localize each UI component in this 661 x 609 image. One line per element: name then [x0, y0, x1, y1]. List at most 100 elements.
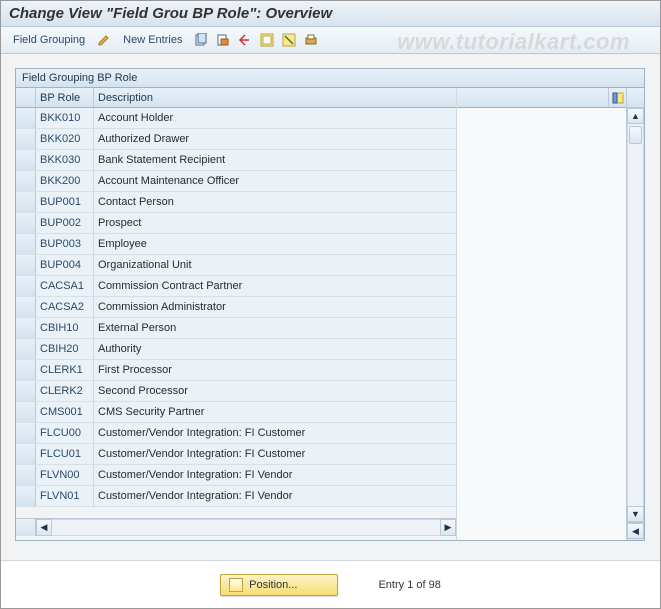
table-row: CBIH10External Person [16, 318, 456, 339]
vscroll-thumb[interactable] [629, 126, 642, 144]
row-selector[interactable] [16, 213, 36, 233]
cell-description[interactable]: Prospect [94, 213, 456, 233]
row-selector[interactable] [16, 129, 36, 149]
table-row: BKK010Account Holder [16, 108, 456, 129]
cell-description[interactable]: Bank Statement Recipient [94, 150, 456, 170]
cell-bp-role[interactable]: BUP001 [36, 192, 94, 212]
cell-description[interactable]: Second Processor [94, 381, 456, 401]
deselect-all-icon[interactable] [280, 31, 298, 49]
cell-bp-role[interactable]: FLVN00 [36, 465, 94, 485]
table-row: BKK030Bank Statement Recipient [16, 150, 456, 171]
undo-icon[interactable] [236, 31, 254, 49]
cell-bp-role[interactable]: CLERK1 [36, 360, 94, 380]
row-selector[interactable] [16, 423, 36, 443]
position-label: Position... [249, 579, 297, 591]
table-row: CMS001CMS Security Partner [16, 402, 456, 423]
cell-bp-role[interactable]: BKK020 [36, 129, 94, 149]
field-grouping-button[interactable]: Field Grouping [7, 32, 91, 48]
row-selector[interactable] [16, 192, 36, 212]
toolbar: Field Grouping New Entries [1, 27, 660, 54]
cell-description[interactable]: First Processor [94, 360, 456, 380]
cell-bp-role[interactable]: CACSA1 [36, 276, 94, 296]
cell-description[interactable]: Customer/Vendor Integration: FI Vendor [94, 486, 456, 506]
cell-bp-role[interactable]: BKK030 [36, 150, 94, 170]
position-icon [229, 578, 243, 592]
scroll-left-icon[interactable]: ◀ [36, 519, 52, 536]
table-settings-icon[interactable] [608, 88, 626, 107]
horizontal-scrollbar: ◀ ▶ [16, 518, 456, 536]
cell-description[interactable]: Customer/Vendor Integration: FI Customer [94, 444, 456, 464]
row-selector[interactable] [16, 108, 36, 128]
cell-description[interactable]: Commission Contract Partner [94, 276, 456, 296]
content-area: Field Grouping BP Role BP Role Descripti… [1, 54, 660, 561]
cell-bp-role[interactable]: BKK200 [36, 171, 94, 191]
cell-bp-role[interactable]: FLCU00 [36, 423, 94, 443]
cell-description[interactable]: CMS Security Partner [94, 402, 456, 422]
cell-description[interactable]: Contact Person [94, 192, 456, 212]
row-selector[interactable] [16, 297, 36, 317]
vscroll-track[interactable] [627, 124, 644, 506]
cell-description[interactable]: Authority [94, 339, 456, 359]
header-bp-role[interactable]: BP Role [36, 88, 94, 107]
select-all-icon[interactable] [258, 31, 276, 49]
page-title: Change View "Field Grou BP Role": Overvi… [1, 1, 660, 27]
cell-bp-role[interactable]: CBIH10 [36, 318, 94, 338]
new-entries-button[interactable]: New Entries [117, 32, 188, 48]
cell-bp-role[interactable]: BKK010 [36, 108, 94, 128]
table-row: CLERK2Second Processor [16, 381, 456, 402]
edit-icon[interactable] [95, 31, 113, 49]
cell-description[interactable]: Account Holder [94, 108, 456, 128]
cell-bp-role[interactable]: BUP002 [36, 213, 94, 233]
print-icon[interactable] [302, 31, 320, 49]
row-selector[interactable] [16, 465, 36, 485]
cell-bp-role[interactable]: BUP004 [36, 255, 94, 275]
scroll-corner [16, 519, 36, 536]
scroll-right-icon[interactable]: ▶ [440, 519, 456, 536]
table-row: BKK020Authorized Drawer [16, 129, 456, 150]
table-row: FLVN01Customer/Vendor Integration: FI Ve… [16, 486, 456, 507]
cell-bp-role[interactable]: CBIH20 [36, 339, 94, 359]
delete-icon[interactable] [214, 31, 232, 49]
cell-description[interactable]: Organizational Unit [94, 255, 456, 275]
row-selector[interactable] [16, 234, 36, 254]
table-row: CLERK1First Processor [16, 360, 456, 381]
scroll-left2-icon[interactable]: ◀ [627, 523, 644, 539]
cell-description[interactable]: Authorized Drawer [94, 129, 456, 149]
cell-bp-role[interactable]: BUP003 [36, 234, 94, 254]
row-selector[interactable] [16, 318, 36, 338]
row-selector[interactable] [16, 276, 36, 296]
cell-description[interactable]: Customer/Vendor Integration: FI Vendor [94, 465, 456, 485]
cell-description[interactable]: Employee [94, 234, 456, 254]
cell-description[interactable]: Customer/Vendor Integration: FI Customer [94, 423, 456, 443]
cell-description[interactable]: Account Maintenance Officer [94, 171, 456, 191]
table-row: CBIH20Authority [16, 339, 456, 360]
row-selector[interactable] [16, 150, 36, 170]
row-selector[interactable] [16, 339, 36, 359]
scroll-up-icon[interactable]: ▲ [627, 108, 644, 124]
panel-title: Field Grouping BP Role [16, 69, 644, 88]
cell-bp-role[interactable]: CACSA2 [36, 297, 94, 317]
header-description[interactable]: Description [94, 88, 456, 107]
position-button[interactable]: Position... [220, 574, 338, 596]
row-selector[interactable] [16, 402, 36, 422]
row-selector[interactable] [16, 255, 36, 275]
cell-description[interactable]: External Person [94, 318, 456, 338]
row-selector[interactable] [16, 171, 36, 191]
cell-bp-role[interactable]: CLERK2 [36, 381, 94, 401]
table-row: BUP002Prospect [16, 213, 456, 234]
table-row: BKK200Account Maintenance Officer [16, 171, 456, 192]
cell-bp-role[interactable]: CMS001 [36, 402, 94, 422]
hscroll-track[interactable] [52, 519, 440, 536]
cell-bp-role[interactable]: FLVN01 [36, 486, 94, 506]
scroll-down-icon[interactable]: ▼ [627, 506, 644, 522]
table-row: CACSA2Commission Administrator [16, 297, 456, 318]
row-selector[interactable] [16, 486, 36, 506]
copy-icon[interactable] [192, 31, 210, 49]
cell-bp-role[interactable]: FLCU01 [36, 444, 94, 464]
table-header-row: BP Role Description [16, 88, 456, 108]
header-select-all[interactable] [16, 88, 36, 107]
row-selector[interactable] [16, 360, 36, 380]
row-selector[interactable] [16, 381, 36, 401]
cell-description[interactable]: Commission Administrator [94, 297, 456, 317]
row-selector[interactable] [16, 444, 36, 464]
